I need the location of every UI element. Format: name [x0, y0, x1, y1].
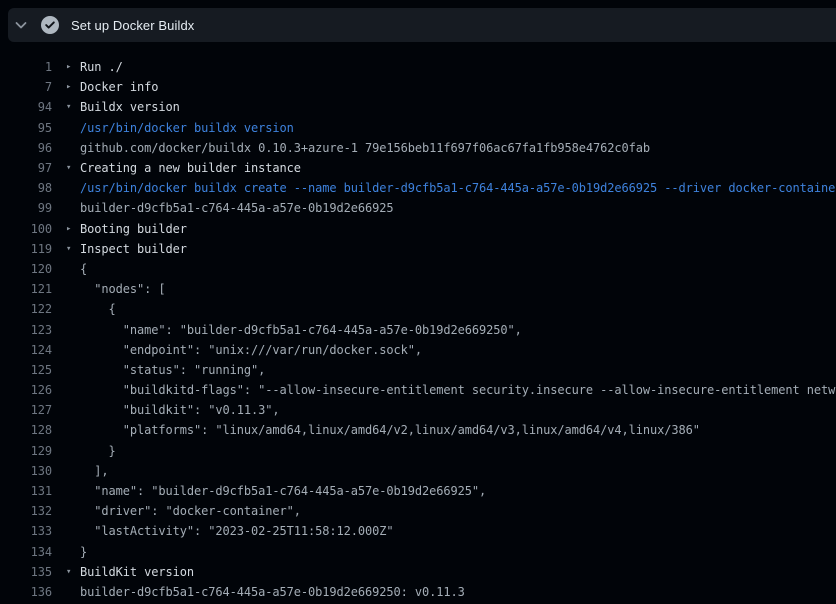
line-number[interactable]: 130: [0, 464, 52, 478]
log-line: 127 "buildkit": "v0.11.3",: [0, 400, 836, 420]
log-text: "buildkitd-flags": "--allow-insecure-ent…: [80, 383, 836, 397]
log-line: 134}: [0, 542, 836, 562]
chevron-down-icon[interactable]: [13, 17, 29, 33]
step-header[interactable]: Set up Docker Buildx: [8, 8, 836, 42]
log-line: 99 builder-d9cfb5a1-c764-445a-a57e-0b19d2…: [0, 198, 836, 218]
log-lines: 1▸Run ./7▸Docker info94▾Buildx version95…: [0, 57, 836, 602]
log-text: "name": "builder-d9cfb5a1-c764-445a-a57e…: [80, 323, 522, 337]
group-collapsed-icon[interactable]: ▸: [66, 219, 80, 239]
log-line[interactable]: 119 ▾Inspect builder: [0, 239, 836, 259]
log-text: {: [80, 302, 116, 316]
log-text: builder-d9cfb5a1-c764-445a-a57e-0b19d2e6…: [80, 585, 465, 599]
line-number[interactable]: 124: [0, 343, 52, 357]
line-number[interactable]: 97: [0, 161, 52, 175]
line-number[interactable]: 98: [0, 181, 52, 195]
log-text: /usr/bin/docker buildx version: [80, 121, 294, 135]
line-number[interactable]: 129: [0, 444, 52, 458]
log-line: 129 }: [0, 441, 836, 461]
log-text: }: [80, 444, 116, 458]
log-viewer: 1▸Run ./7▸Docker info94▾Buildx version95…: [0, 42, 836, 602]
line-number[interactable]: 131: [0, 484, 52, 498]
group-expanded-icon[interactable]: ▾: [66, 158, 80, 178]
line-number[interactable]: 132: [0, 504, 52, 518]
log-text: "status": "running",: [80, 363, 265, 377]
log-line: 98/usr/bin/docker buildx create --name b…: [0, 178, 836, 198]
log-line: 133 "lastActivity": "2023-02-25T11:58:12…: [0, 521, 836, 541]
log-line[interactable]: 100 ▸Booting builder: [0, 219, 836, 239]
log-text: Buildx version: [80, 100, 180, 114]
group-collapsed-icon[interactable]: ▸: [66, 77, 80, 97]
log-text: Run ./: [80, 60, 123, 74]
log-line: 131 "name": "builder-d9cfb5a1-c764-445a-…: [0, 481, 836, 501]
line-number[interactable]: 96: [0, 141, 52, 155]
group-expanded-icon[interactable]: ▾: [66, 562, 80, 582]
log-text: Booting builder: [80, 222, 187, 236]
line-number[interactable]: 127: [0, 403, 52, 417]
line-number[interactable]: 126: [0, 383, 52, 397]
log-line: 125 "status": "running",: [0, 360, 836, 380]
log-line[interactable]: 7 ▸Docker info: [0, 77, 836, 97]
line-number[interactable]: 1: [0, 60, 52, 74]
log-text: {: [80, 262, 87, 276]
line-number[interactable]: 94: [0, 100, 52, 114]
line-number[interactable]: 133: [0, 524, 52, 538]
log-line[interactable]: 1 ▸Run ./: [0, 57, 836, 77]
line-number[interactable]: 121: [0, 282, 52, 296]
line-number[interactable]: 128: [0, 423, 52, 437]
log-line: 124 "endpoint": "unix:///var/run/docker.…: [0, 340, 836, 360]
log-text: "platforms": "linux/amd64,linux/amd64/v2…: [80, 423, 700, 437]
log-text: builder-d9cfb5a1-c764-445a-a57e-0b19d2e6…: [80, 201, 393, 215]
line-number[interactable]: 120: [0, 262, 52, 276]
log-line: 123 "name": "builder-d9cfb5a1-c764-445a-…: [0, 319, 836, 339]
log-text: BuildKit version: [80, 565, 194, 579]
log-line: 95/usr/bin/docker buildx version: [0, 118, 836, 138]
log-text: "lastActivity": "2023-02-25T11:58:12.000…: [80, 524, 393, 538]
group-expanded-icon[interactable]: ▾: [66, 239, 80, 259]
line-number[interactable]: 123: [0, 323, 52, 337]
line-number[interactable]: 95: [0, 121, 52, 135]
log-text: Creating a new builder instance: [80, 161, 301, 175]
log-text: /usr/bin/docker buildx create --name bui…: [80, 181, 836, 195]
group-expanded-icon[interactable]: ▾: [66, 97, 80, 117]
step-title: Set up Docker Buildx: [71, 18, 194, 33]
line-number[interactable]: 134: [0, 545, 52, 559]
log-line[interactable]: 135 ▾BuildKit version: [0, 562, 836, 582]
log-line: 96 github.com/docker/buildx 0.10.3+azure-…: [0, 138, 836, 158]
log-line: 122 {: [0, 299, 836, 319]
log-text: "buildkit": "v0.11.3",: [80, 403, 280, 417]
log-line: 120 {: [0, 259, 836, 279]
line-number[interactable]: 119: [0, 242, 52, 256]
line-number[interactable]: 100: [0, 222, 52, 236]
log-line[interactable]: 94 ▾Buildx version: [0, 97, 836, 117]
line-number[interactable]: 136: [0, 585, 52, 599]
log-text: Docker info: [80, 80, 158, 94]
log-text: "name": "builder-d9cfb5a1-c764-445a-a57e…: [80, 484, 486, 498]
check-circle-icon: [41, 16, 59, 34]
group-collapsed-icon[interactable]: ▸: [66, 57, 80, 77]
line-number[interactable]: 135: [0, 565, 52, 579]
log-line: 128 "platforms": "linux/amd64,linux/amd6…: [0, 420, 836, 440]
log-line: 126 "buildkitd-flags": "--allow-insecure…: [0, 380, 836, 400]
log-text: }: [80, 545, 87, 559]
log-text: "driver": "docker-container",: [80, 504, 301, 518]
log-line: 121 "nodes": [: [0, 279, 836, 299]
line-number[interactable]: 122: [0, 302, 52, 316]
log-line[interactable]: 97 ▾Creating a new builder instance: [0, 158, 836, 178]
log-line: 136 builder-d9cfb5a1-c764-445a-a57e-0b19d…: [0, 582, 836, 602]
line-number[interactable]: 99: [0, 201, 52, 215]
line-number[interactable]: 7: [0, 80, 52, 94]
log-text: Inspect builder: [80, 242, 187, 256]
log-line: 132 "driver": "docker-container",: [0, 501, 836, 521]
log-text: ],: [80, 464, 109, 478]
line-number[interactable]: 125: [0, 363, 52, 377]
log-text: "nodes": [: [80, 282, 166, 296]
log-line: 130 ],: [0, 461, 836, 481]
log-text: github.com/docker/buildx 0.10.3+azure-1 …: [80, 141, 650, 155]
log-text: "endpoint": "unix:///var/run/docker.sock…: [80, 343, 422, 357]
